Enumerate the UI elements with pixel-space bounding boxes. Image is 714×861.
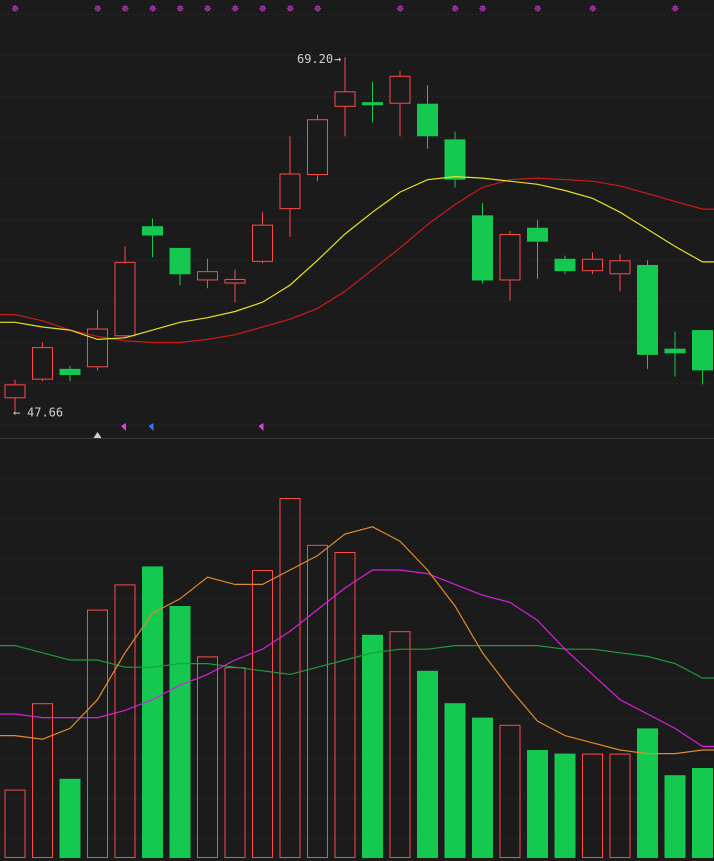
volume-bar	[87, 609, 108, 858]
signal-star-icon: ✵	[534, 4, 542, 15]
signal-star-icon: ✵	[121, 4, 129, 15]
candle-body	[169, 247, 191, 275]
candle-body	[334, 91, 356, 107]
candle-body	[582, 258, 603, 272]
volume-bar	[637, 728, 658, 858]
volume-bar	[169, 606, 191, 858]
candle-body	[664, 348, 686, 354]
candle-body	[59, 368, 81, 376]
volume-bar	[692, 768, 713, 858]
signal-flag-icon	[148, 423, 154, 431]
volume-bar	[582, 753, 603, 858]
candle-body	[32, 347, 53, 380]
price-pane	[0, 57, 714, 411]
volume-bar	[32, 703, 53, 859]
volume-bar	[224, 667, 246, 859]
signal-star-icon: ✵	[94, 4, 102, 15]
volume-bar	[499, 724, 521, 858]
price-ma-short-line	[0, 175, 714, 341]
volume-bar	[472, 717, 493, 858]
candle-body	[252, 224, 273, 262]
signal-star-icon: ✵	[286, 4, 294, 15]
volume-bar	[59, 778, 81, 858]
candle-body	[472, 215, 493, 281]
candle-body	[197, 271, 218, 281]
candle-body	[554, 258, 576, 272]
candle-body	[114, 261, 136, 337]
volume-bar	[362, 634, 383, 858]
candle-body	[637, 264, 658, 355]
signal-star-icon: ✵	[671, 4, 679, 15]
volume-bar	[197, 656, 218, 859]
candle-body	[389, 75, 411, 104]
candle-body	[224, 278, 246, 284]
candle-body	[279, 173, 301, 210]
up-triangle-icon	[93, 432, 102, 438]
volume-bar	[4, 789, 26, 858]
signal-star-icon: ✵	[149, 4, 157, 15]
volume-bar	[554, 753, 576, 858]
signal-star-icon: ✵	[589, 4, 597, 15]
candlestick-chart[interactable]: ✵ ✵ ✵ ✵ ✵ ✵ ✵ ✵ ✵ ✵ ✵ ✵ ✵ ✵ ✵ ✵ 69.20 → ← 47.66	[0, 0, 714, 861]
low-price-arrow: ←	[13, 406, 20, 420]
candle-body	[444, 139, 466, 180]
volume-bar	[252, 570, 273, 858]
candle-body	[4, 384, 26, 399]
volume-bar	[444, 703, 466, 858]
candle-body	[527, 227, 548, 242]
candle-body	[692, 330, 713, 371]
candle-body	[609, 260, 631, 275]
low-price-label: 47.66	[27, 406, 63, 420]
signal-flag-icon	[121, 423, 126, 431]
candle-body	[417, 103, 438, 137]
signal-star-icon: ✵	[231, 4, 239, 15]
volume-bar	[664, 775, 686, 858]
high-price-label: 69.20	[297, 52, 333, 66]
signal-star-icon: ✵	[176, 4, 184, 15]
signal-star-icon: ✵	[479, 4, 487, 15]
volume-bar	[609, 753, 631, 858]
signal-star-icon: ✵	[396, 4, 404, 15]
volume-bar	[307, 544, 328, 858]
candle-body	[499, 233, 521, 281]
high-price-arrow: →	[334, 52, 341, 66]
volume-bar	[527, 750, 548, 858]
signal-star-icon: ✵	[259, 4, 267, 15]
volume-bar	[114, 584, 136, 859]
volume-bar	[389, 631, 411, 859]
candle-body	[142, 226, 163, 236]
candle-body	[362, 102, 383, 106]
signal-star-icon: ✵	[11, 4, 19, 15]
volume-bar	[142, 566, 163, 858]
signal-star-icon: ✵	[451, 4, 459, 15]
signal-star-icon: ✵	[314, 4, 322, 15]
volume-bar	[417, 670, 438, 858]
signal-star-icon: ✵	[204, 4, 212, 15]
candle-body	[307, 119, 328, 176]
